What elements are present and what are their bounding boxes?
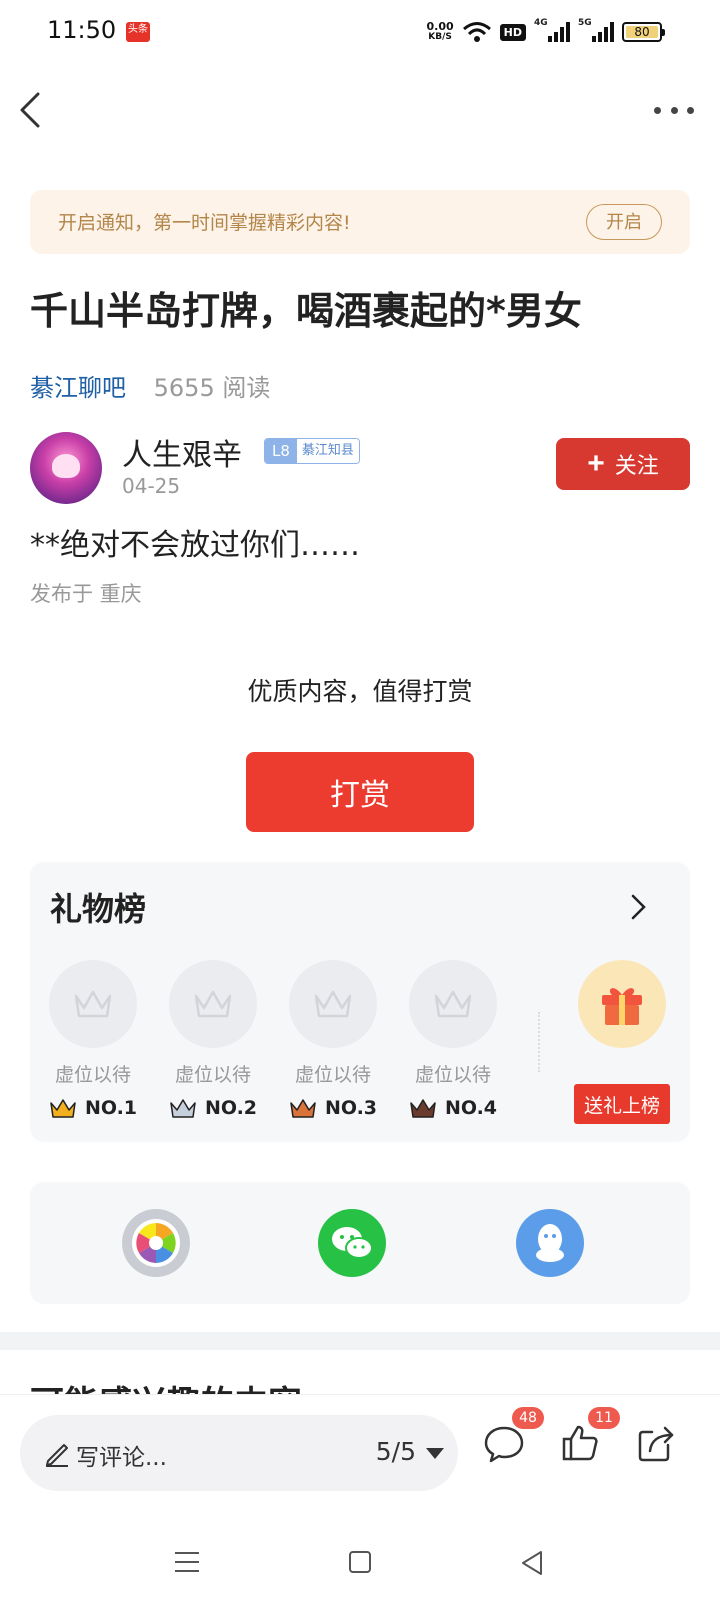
- back-icon[interactable]: [16, 90, 46, 130]
- send-gift-button[interactable]: 送礼上榜: [574, 1084, 670, 1124]
- chevron-right-icon[interactable]: [628, 892, 648, 922]
- gift-board: 礼物榜 虚位以待 NO.1 虚位以待 NO.2 虚位以待 NO.3 虚位以待 N…: [30, 862, 690, 1142]
- like-button[interactable]: 11: [558, 1407, 620, 1465]
- empty-crown-icon: [169, 960, 257, 1048]
- empty-crown-icon: [49, 960, 137, 1048]
- post-location: 发布于 重庆: [30, 582, 142, 606]
- gift-board-title: 礼物榜: [50, 890, 147, 928]
- bronze-crown-icon: [290, 1099, 316, 1118]
- gift-icon[interactable]: [578, 960, 666, 1048]
- signal-5g-icon: 5G: [578, 18, 614, 42]
- comment-placeholder: 写评论...: [76, 1445, 167, 1471]
- nav-bar: [0, 76, 720, 146]
- gift-slot[interactable]: 虚位以待 NO.4: [408, 960, 498, 1119]
- follow-button[interactable]: + 关注: [556, 438, 690, 490]
- gift-slot[interactable]: 虚位以待 NO.1: [48, 960, 138, 1119]
- rank-label: NO.3: [288, 1097, 378, 1119]
- post-meta: 綦江聊吧 5655 阅读: [30, 368, 270, 403]
- comment-input[interactable]: 写评论... 5/5: [20, 1415, 458, 1491]
- gift-slot[interactable]: 虚位以待 NO.3: [288, 960, 378, 1119]
- slot-label: 虚位以待: [174, 1064, 251, 1086]
- signal-4g-icon: 4G: [534, 18, 570, 42]
- dark-crown-icon: [410, 1099, 436, 1118]
- pen-icon: [46, 1444, 68, 1467]
- slot-label: 虚位以待: [54, 1064, 131, 1086]
- caret-down-icon[interactable]: [426, 1448, 444, 1459]
- comment-button[interactable]: 48: [482, 1407, 544, 1465]
- notification-banner: 开启通知，第一时间掌握精彩内容! 开启: [30, 190, 690, 254]
- gift-slot[interactable]: 虚位以待 NO.2: [168, 960, 258, 1119]
- menu-icon[interactable]: [174, 1550, 200, 1574]
- back-nav-icon[interactable]: [520, 1550, 544, 1576]
- share-panel: [30, 1182, 690, 1304]
- reward-prompt: 优质内容，值得打赏: [247, 677, 473, 706]
- wechat-icon[interactable]: [318, 1209, 386, 1277]
- post-date: 04-25: [122, 474, 181, 498]
- moments-icon[interactable]: [122, 1209, 190, 1277]
- status-bar: 11:50 头条 0.00 KB/S HD 4G 5G 80: [0, 0, 720, 64]
- net-speed: 0.00 KB/S: [426, 20, 454, 42]
- post-content: **绝对不会放过你们……: [30, 528, 360, 563]
- share-button[interactable]: [634, 1421, 678, 1465]
- notification-text: 开启通知，第一时间掌握精彩内容!: [58, 212, 351, 234]
- silver-crown-icon: [170, 1099, 196, 1118]
- post-title: 千山半岛打牌，喝酒裹起的*男女: [30, 289, 582, 333]
- level-badge: L8 綦江知县: [264, 438, 360, 464]
- section-divider: [0, 1332, 720, 1350]
- battery-icon: 80: [622, 22, 665, 42]
- empty-crown-icon: [289, 960, 377, 1048]
- bottom-action-bar: 写评论... 5/5 48 11: [0, 1394, 720, 1520]
- more-icon[interactable]: [654, 98, 694, 122]
- home-icon[interactable]: [348, 1550, 372, 1574]
- like-count-badge: 11: [588, 1407, 620, 1429]
- slot-label: 虚位以待: [414, 1064, 491, 1086]
- author-row: 人生艰辛 L8 綦江知县 04-25 + 关注: [30, 432, 690, 506]
- page-indicator[interactable]: 5/5: [376, 1437, 416, 1466]
- status-icons: 0.00 KB/S HD 4G 5G 80: [426, 18, 665, 46]
- empty-crown-icon: [409, 960, 497, 1048]
- hd-icon: HD: [499, 23, 526, 41]
- reward-button[interactable]: 打赏: [246, 752, 474, 832]
- app-notification-icon: 头条: [126, 22, 150, 42]
- share-icon: [638, 1426, 674, 1462]
- status-time: 11:50: [47, 16, 117, 44]
- wifi-icon: [462, 22, 491, 42]
- author-name[interactable]: 人生艰辛: [122, 430, 242, 474]
- rank-label: NO.1: [48, 1097, 138, 1119]
- rank-label: NO.4: [408, 1097, 498, 1119]
- forum-link[interactable]: 綦江聊吧: [30, 374, 126, 402]
- qq-icon[interactable]: [516, 1209, 584, 1277]
- comment-count-badge: 48: [512, 1407, 544, 1429]
- divider: [538, 1012, 540, 1072]
- plus-icon: +: [587, 447, 605, 480]
- read-count: 5655 阅读: [153, 374, 271, 402]
- enable-notification-button[interactable]: 开启: [586, 204, 662, 240]
- rank-label: NO.2: [168, 1097, 258, 1119]
- gold-crown-icon: [50, 1099, 76, 1118]
- slot-label: 虚位以待: [294, 1064, 371, 1086]
- system-nav-bar: [0, 1520, 720, 1600]
- avatar[interactable]: [30, 432, 102, 504]
